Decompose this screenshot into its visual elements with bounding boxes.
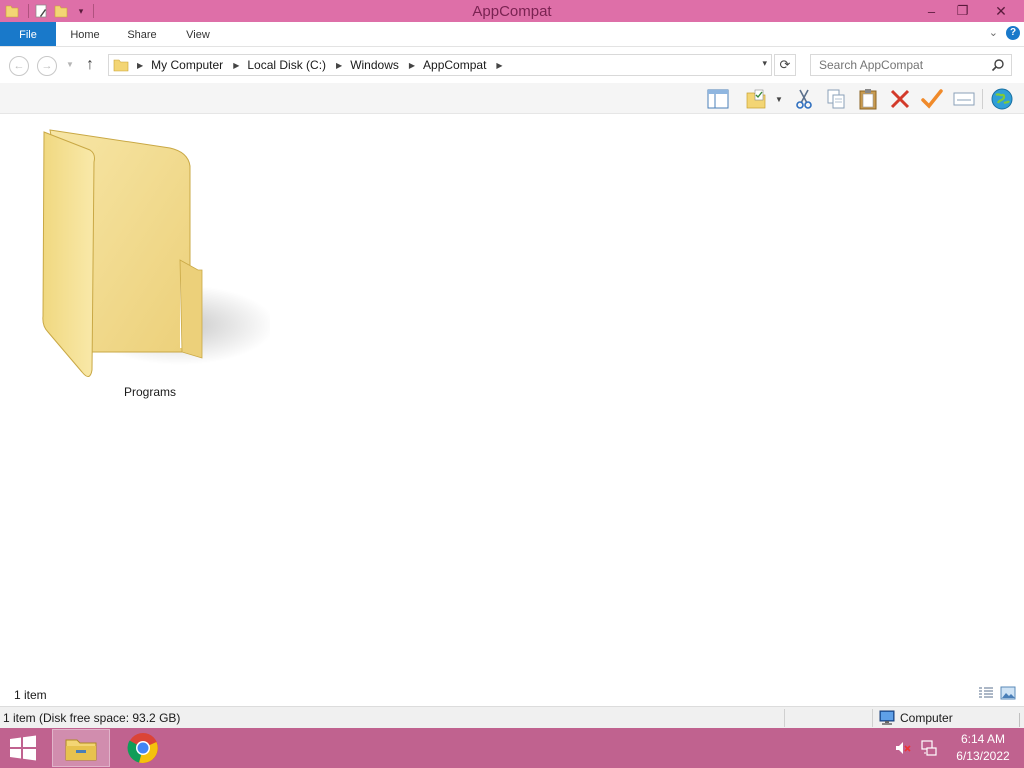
speaker-muted-icon[interactable] xyxy=(892,737,914,759)
network-icon[interactable] xyxy=(918,737,940,759)
file-explorer-icon xyxy=(65,739,97,761)
paste-icon[interactable] xyxy=(856,87,880,111)
breadcrumb-appcompat[interactable]: AppCompat ▶ xyxy=(423,58,511,72)
cut-icon[interactable] xyxy=(792,87,816,111)
taskbar-chrome[interactable] xyxy=(114,729,172,767)
window-controls: – ❐ ✕ xyxy=(916,0,1024,22)
details-divider-2 xyxy=(872,709,873,727)
address-dropdown-icon[interactable]: ▾ xyxy=(762,58,767,69)
resize-grip[interactable] xyxy=(1019,713,1020,727)
folder-icon xyxy=(113,57,131,73)
details-bar: 1 item (Disk free space: 93.2 GB) Comput… xyxy=(0,706,1024,728)
breadcrumb-local-disk[interactable]: Local Disk (C:) ▶ xyxy=(247,58,350,72)
folder-item-programs[interactable]: Programs xyxy=(30,120,275,400)
tab-share[interactable]: Share xyxy=(118,22,166,46)
search-box[interactable] xyxy=(810,54,1012,76)
item-count: 1 item xyxy=(14,688,47,702)
details-view-icon[interactable] xyxy=(978,686,994,703)
close-button[interactable]: ✕ xyxy=(978,0,1024,22)
search-icon[interactable] xyxy=(991,58,1005,75)
help-icon[interactable]: ? xyxy=(1006,26,1020,40)
ribbon-controls: ⌄ ? xyxy=(989,26,1020,40)
title-bar: ▾ AppCompat – ❐ ✕ xyxy=(0,0,1024,22)
tab-view[interactable]: View xyxy=(176,22,220,46)
check-icon[interactable] xyxy=(920,87,944,111)
recent-locations-icon[interactable]: ▼ xyxy=(66,60,74,69)
command-toolbar: ▼ xyxy=(0,83,1024,114)
toolbar-divider xyxy=(982,89,983,109)
details-divider xyxy=(784,709,785,727)
tab-file[interactable]: File xyxy=(0,22,56,46)
view-switcher xyxy=(978,686,1016,703)
status-bar: 1 item xyxy=(0,682,1024,706)
search-input[interactable] xyxy=(819,58,989,72)
location-indicator: Computer xyxy=(878,710,953,726)
large-icons-view-icon[interactable] xyxy=(1000,686,1016,703)
taskbar-file-explorer[interactable] xyxy=(52,729,110,767)
large-folder-icon xyxy=(42,129,275,377)
breadcrumb-windows[interactable]: Windows ▶ xyxy=(350,58,423,72)
expand-ribbon-icon[interactable]: ⌄ xyxy=(989,26,998,40)
globe-icon[interactable] xyxy=(990,87,1014,111)
folder-label: Programs xyxy=(123,385,176,399)
address-bar[interactable]: ▶ My Computer ▶ Local Disk (C:) ▶ Windows ▶… xyxy=(108,54,772,76)
rename-icon[interactable] xyxy=(952,87,976,111)
taskbar: 6:14 AM 6/13/2022 xyxy=(0,728,1024,768)
tab-home[interactable]: Home xyxy=(60,22,110,46)
up-button[interactable]: ↑ xyxy=(86,56,94,74)
breadcrumb-root-chevron[interactable]: ▶ xyxy=(131,61,151,70)
location-label: Computer xyxy=(900,711,953,725)
clock[interactable]: 6:14 AM 6/13/2022 xyxy=(948,731,1018,765)
system-tray: 6:14 AM 6/13/2022 xyxy=(892,728,1024,768)
select-dropdown-icon[interactable]: ▼ xyxy=(772,87,786,111)
breadcrumb-my-computer[interactable]: My Computer ▶ xyxy=(151,58,247,72)
restore-button[interactable]: ❐ xyxy=(947,0,978,22)
clock-date: 6/13/2022 xyxy=(956,749,1010,763)
select-folder-icon[interactable] xyxy=(744,87,768,111)
clock-time: 6:14 AM xyxy=(960,732,1006,746)
start-button[interactable] xyxy=(8,734,40,762)
window-title: AppCompat xyxy=(472,3,552,20)
windows-logo-icon xyxy=(10,735,36,761)
computer-icon xyxy=(879,710,895,725)
delete-icon[interactable] xyxy=(888,87,912,111)
ribbon-tabs: File Home Share View ⌄ ? xyxy=(0,22,1024,47)
minimize-button[interactable]: – xyxy=(916,0,947,22)
file-list-view[interactable]: Programs xyxy=(0,114,1024,682)
navigation-bar: ← → ▼ ↑ ▶ My Computer ▶ Local Disk (C:) ▶ … xyxy=(0,47,1024,83)
preview-pane-icon[interactable] xyxy=(706,87,730,111)
copy-icon[interactable] xyxy=(824,87,848,111)
forward-button[interactable]: → xyxy=(37,56,57,76)
disk-info: 1 item (Disk free space: 93.2 GB) xyxy=(3,711,181,725)
back-button[interactable]: ← xyxy=(9,56,29,76)
chrome-icon xyxy=(127,733,158,763)
refresh-button[interactable]: ⟳ xyxy=(774,54,796,76)
